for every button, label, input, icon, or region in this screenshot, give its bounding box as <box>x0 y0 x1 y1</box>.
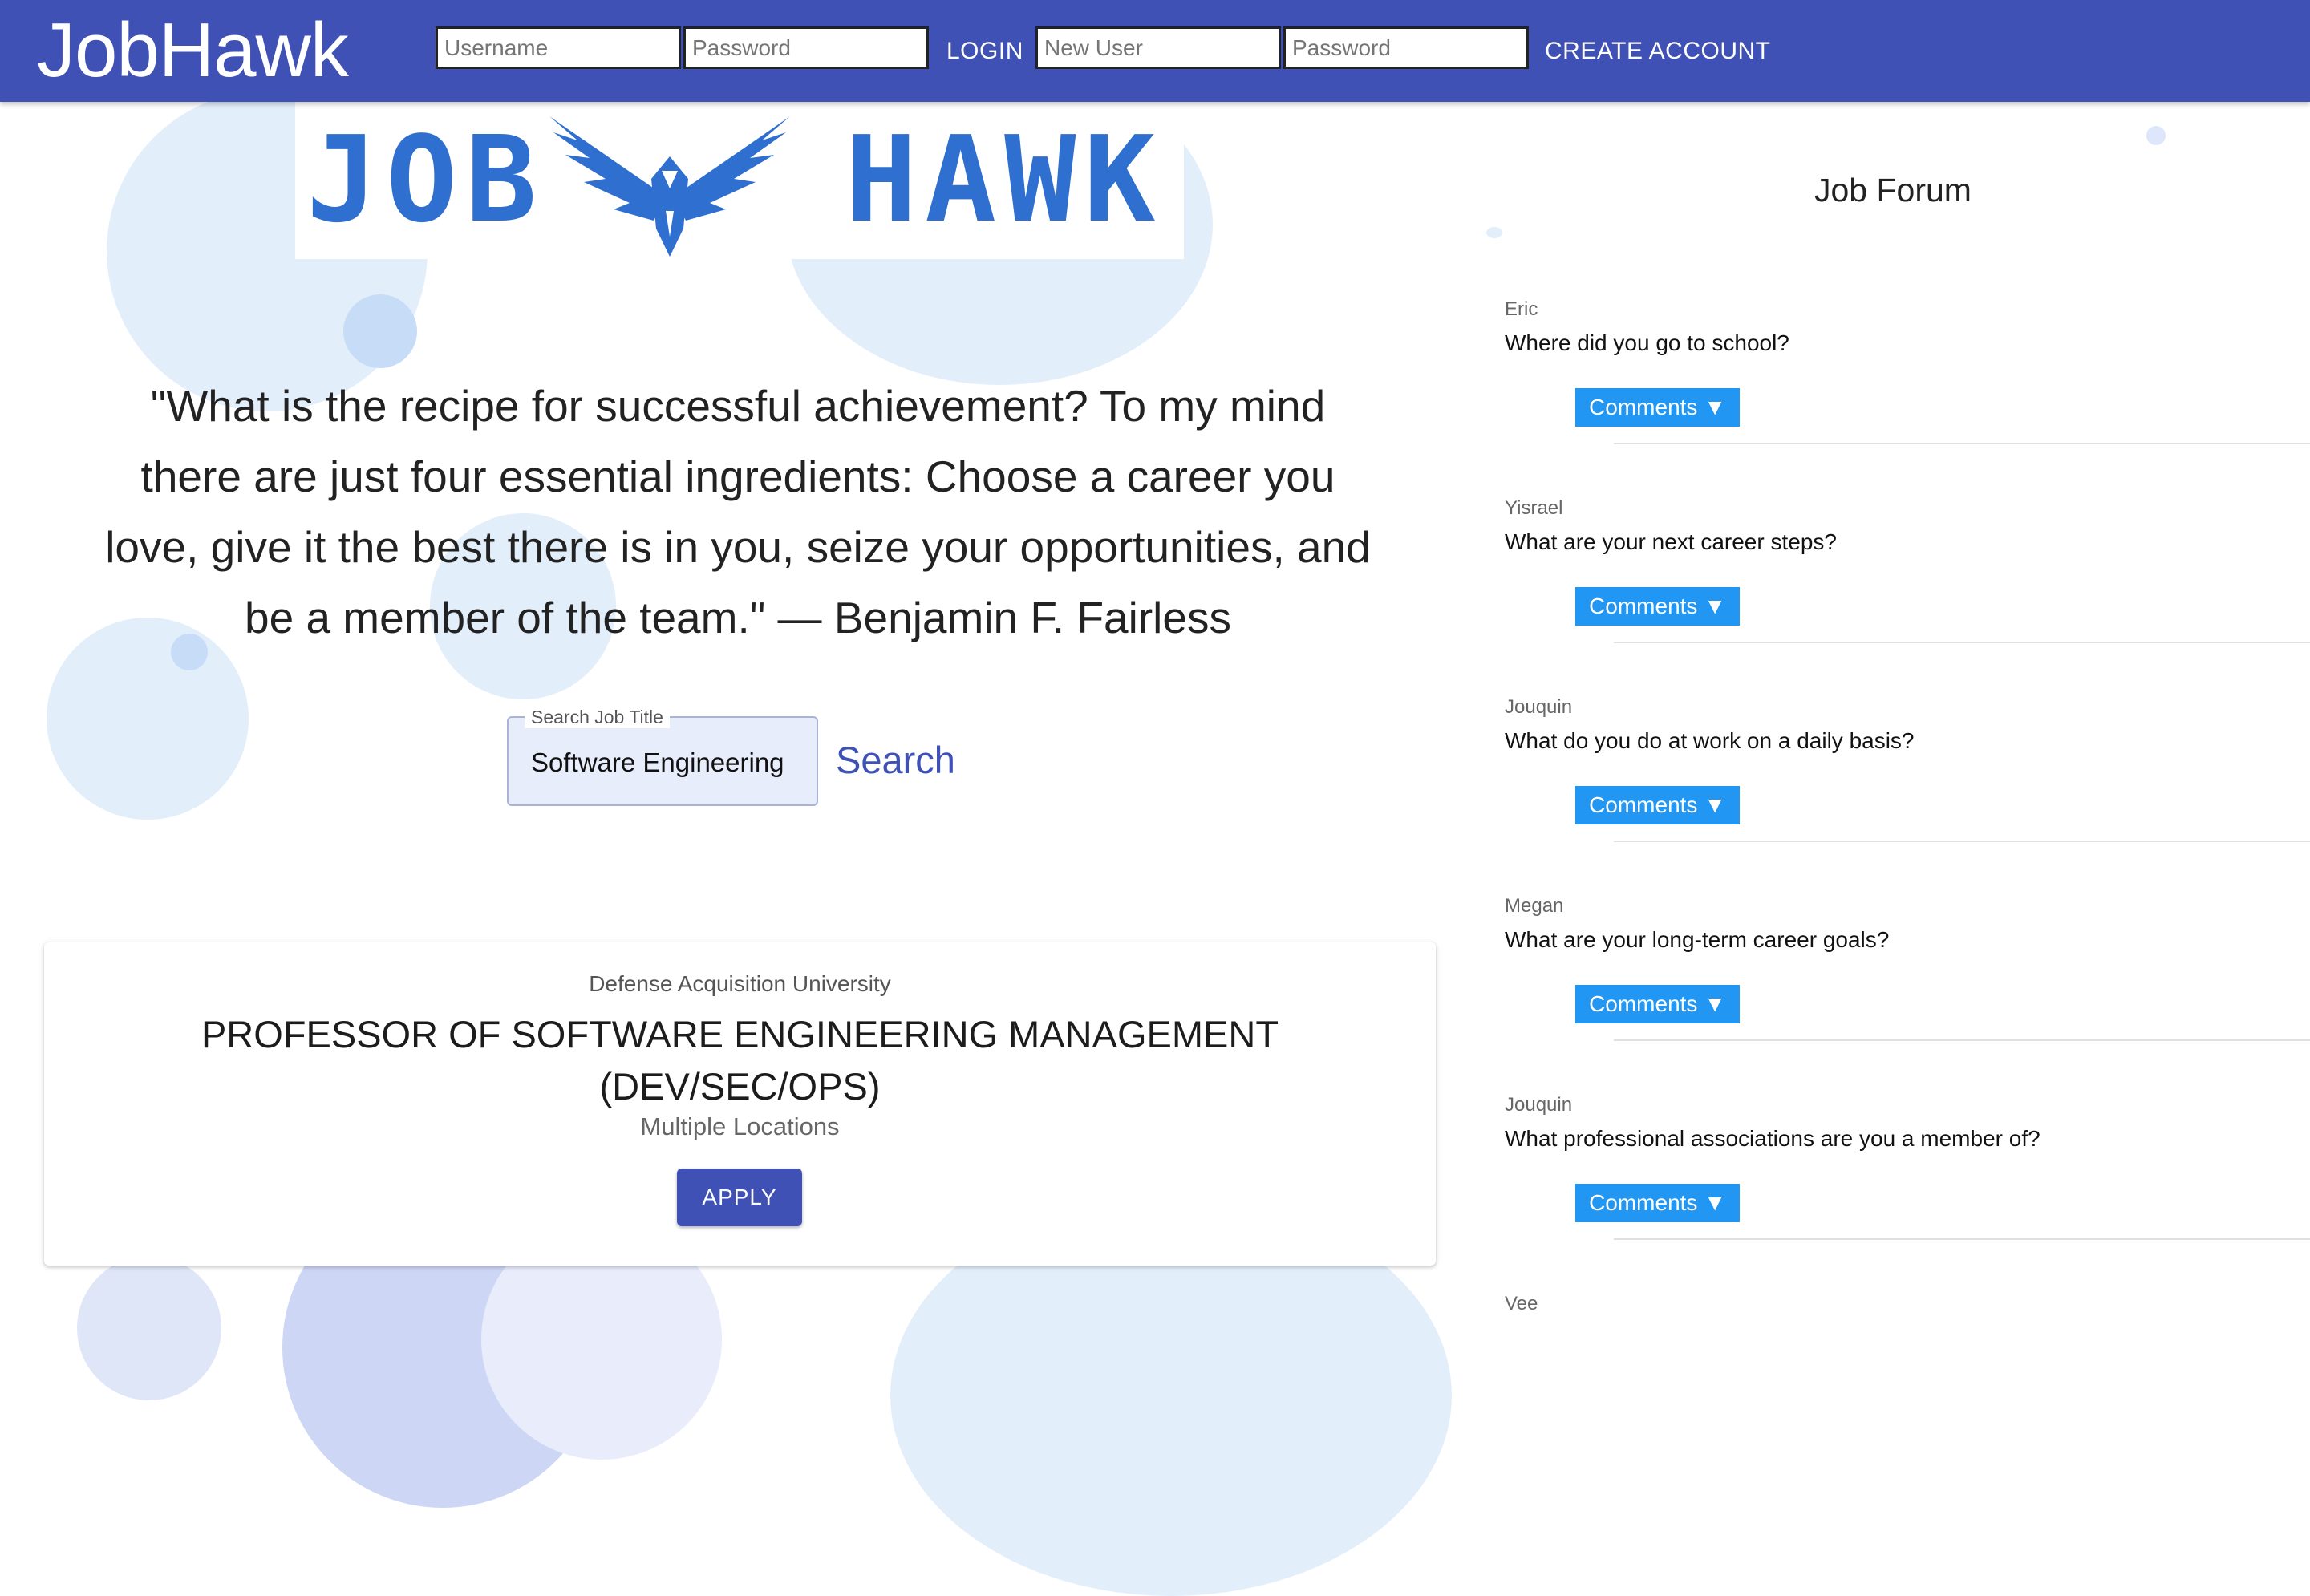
logo-word-hawk: HAWK <box>845 111 1164 249</box>
job-card: Defense Acquisition University PROFESSOR… <box>44 942 1436 1266</box>
comments-button[interactable]: Comments ▼ <box>1575 388 1740 427</box>
forum-post: Jouquin What professional associations a… <box>1505 1094 2310 1293</box>
forum-post-question: Where did you go to school? <box>1505 330 1789 355</box>
divider <box>1614 1039 2310 1041</box>
background-bubble <box>2146 126 2166 145</box>
signup-username-input[interactable] <box>1035 26 1281 69</box>
search-input[interactable] <box>529 742 805 784</box>
comments-button[interactable]: Comments ▼ <box>1575 587 1740 626</box>
job-company: Defense Acquisition University <box>589 971 891 996</box>
divider <box>1614 1238 2310 1240</box>
background-bubble <box>1486 227 1502 238</box>
background-bubble <box>343 294 417 368</box>
motivational-quote: "What is the recipe for successful achie… <box>105 381 1371 642</box>
comments-button[interactable]: Comments ▼ <box>1575 1184 1740 1222</box>
job-title: PROFESSOR OF SOFTWARE ENGINEERING MANAGE… <box>201 1013 1279 1108</box>
forum-post: Jouquin What do you do at work on a dail… <box>1505 696 2310 895</box>
divider <box>1614 642 2310 643</box>
login-button[interactable]: LOGIN <box>946 32 1023 71</box>
comments-button[interactable]: Comments ▼ <box>1575 985 1740 1023</box>
apply-button[interactable]: APPLY <box>677 1169 802 1226</box>
logo-word-job: JOB <box>306 111 545 249</box>
forum-post: Yisrael What are your next career steps?… <box>1505 497 2310 696</box>
app-header: JobHawk LOGIN CREATE ACCOUNT <box>0 0 2310 102</box>
brand-title: JobHawk <box>37 7 349 93</box>
jobhawk-logo: JOB HAWK <box>295 102 1184 259</box>
forum-post: Eric Where did you go to school? Comment… <box>1505 298 2310 497</box>
divider <box>1614 841 2310 842</box>
signup-password-input[interactable] <box>1283 26 1529 69</box>
forum-post-author: Eric <box>1505 298 1538 320</box>
forum-post: Megan What are your long-term career goa… <box>1505 895 2310 1094</box>
job-location: Multiple Locations <box>640 1112 840 1140</box>
job-title-search-field[interactable]: Search Job Title <box>507 707 818 806</box>
forum-post-author: Jouquin <box>1505 696 1573 718</box>
login-password-input[interactable] <box>683 26 929 69</box>
forum-post-author: Megan <box>1505 895 1564 917</box>
forum-post-author: Vee <box>1505 1293 1538 1314</box>
background-bubble <box>77 1256 221 1400</box>
search-button[interactable]: Search <box>836 738 955 782</box>
forum-post-question: What are your next career steps? <box>1505 529 1837 554</box>
search-field-label: Search Job Title <box>525 707 670 728</box>
comments-button[interactable]: Comments ▼ <box>1575 786 1740 824</box>
forum-post-question: What professional associations are you a… <box>1505 1126 2040 1151</box>
create-account-button[interactable]: CREATE ACCOUNT <box>1545 32 1770 71</box>
forum-post-author: Yisrael <box>1505 497 1563 519</box>
forum-post-question: What do you do at work on a daily basis? <box>1505 728 1915 753</box>
forum-post-question: What are your long-term career goals? <box>1505 927 1890 952</box>
forum-post: Vee <box>1505 1293 2310 1317</box>
divider <box>1614 443 2310 444</box>
login-username-input[interactable] <box>436 26 681 69</box>
forum-post-author: Jouquin <box>1505 1094 1573 1116</box>
hawk-icon <box>549 116 790 257</box>
forum-title: Job Forum <box>1814 172 1972 209</box>
